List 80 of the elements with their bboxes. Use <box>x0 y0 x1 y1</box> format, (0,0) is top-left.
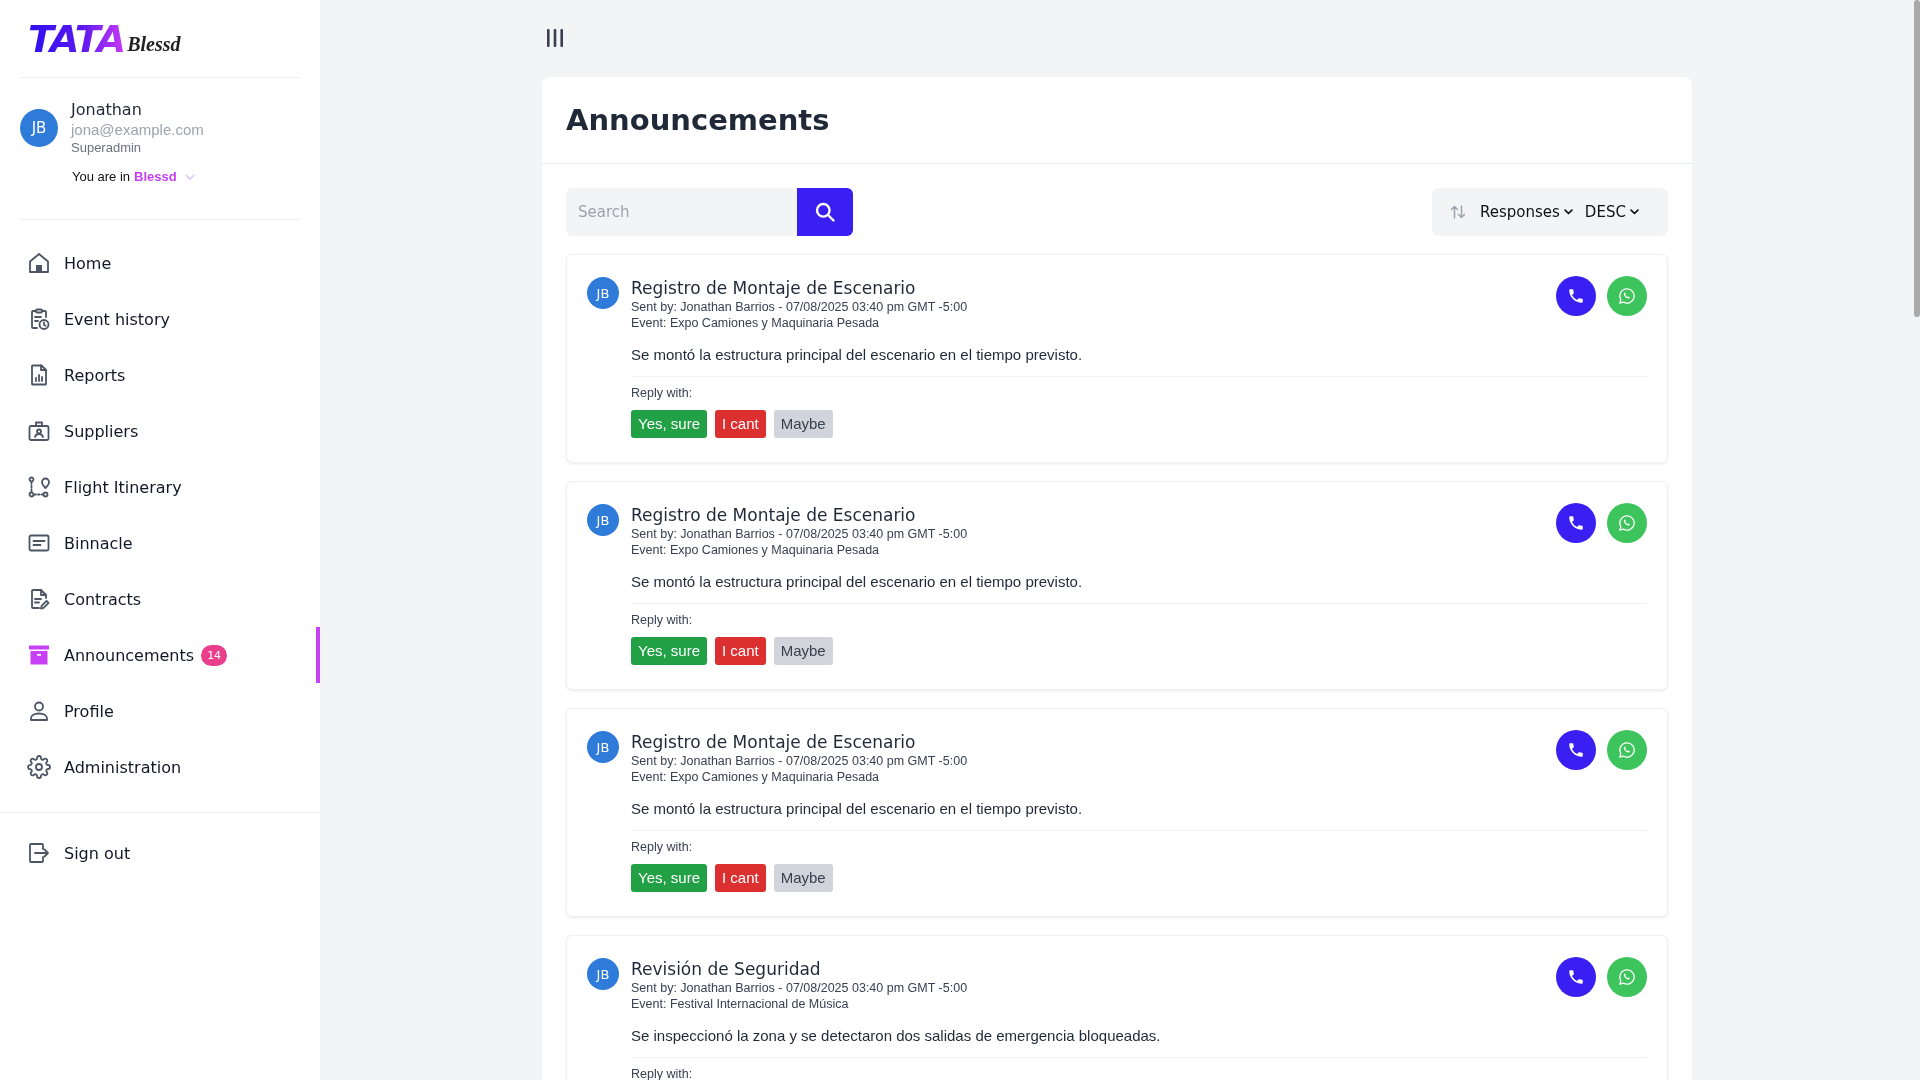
event-line: Event: Expo Camiones y Maquinaria Pesada <box>631 315 880 331</box>
nav-item[interactable]: Reports <box>0 347 320 403</box>
user-avatar: JB <box>20 108 58 147</box>
nav-item[interactable]: Profile <box>0 683 320 739</box>
message-text: Se montó la estructura principal del escenario en el tiempo previsto. <box>631 345 1083 365</box>
nav-item[interactable]: Announcements 14 <box>0 627 320 683</box>
message-text: Se inspeccionó la zona y se detectaron dos salidas de emergencia bloqueadas. <box>631 1026 1161 1046</box>
sort-field-select[interactable]: Responses <box>1480 202 1573 222</box>
menu-icon[interactable] <box>546 29 564 47</box>
user-role: Superadmin <box>71 140 142 156</box>
user-email: jona@example.com <box>71 120 204 140</box>
announcement-title: Revisión de Seguridad <box>631 958 821 980</box>
announcement-title: Registro de Montaje de Escenario <box>631 504 916 526</box>
search-button[interactable] <box>797 188 853 236</box>
reply-label: Reply with: <box>631 839 693 855</box>
sender-avatar: JB <box>587 958 619 990</box>
chevron-down-icon <box>184 173 195 181</box>
count-badge: 14 <box>201 644 228 666</box>
sender-line: Sent by: Jonathan Barrios - 07/08/2025 03:40 pm GMT -5:00 <box>631 299 968 315</box>
reply-label: Reply with: <box>631 385 693 401</box>
context-label: You are in <box>72 169 131 185</box>
call-button[interactable] <box>1556 503 1596 543</box>
reply-button[interactable]: I cant <box>715 864 766 892</box>
event-line: Event: Expo Camiones y Maquinaria Pesada <box>631 769 880 785</box>
nav-item[interactable]: Suppliers <box>0 403 320 459</box>
chevron-down-icon <box>1563 209 1573 215</box>
reply-button[interactable]: I cant <box>715 637 766 665</box>
reply-button[interactable]: Maybe <box>773 410 833 438</box>
speech-bubble-phone-icon <box>1618 968 1636 986</box>
nav-item[interactable]: Flight Itinerary <box>0 459 320 515</box>
route-pin-icon <box>27 475 51 499</box>
reply-button[interactable]: I cant <box>715 410 766 438</box>
event-line: Event: Festival Internacional de Música <box>631 996 849 1012</box>
announcement-title: Registro de Montaje de Escenario <box>631 277 916 299</box>
message-text: Se montó la estructura principal del escenario en el tiempo previsto. <box>631 572 1083 592</box>
user-name: Jonathan <box>71 99 142 120</box>
id-badge-icon <box>27 419 51 443</box>
nav-item[interactable]: Contracts <box>0 571 320 627</box>
speech-bubble-phone-icon <box>1618 287 1636 305</box>
exit-arrow-icon <box>27 841 51 865</box>
speech-bubble-phone-icon <box>1618 741 1636 759</box>
sort-arrows-icon <box>1450 204 1466 220</box>
sender-line: Sent by: Jonathan Barrios - 07/08/2025 03:40 pm GMT -5:00 <box>631 526 968 542</box>
event-line: Event: Expo Camiones y Maquinaria Pesada <box>631 542 880 558</box>
nav-item[interactable]: Event history <box>0 291 320 347</box>
page-title: Announcements <box>566 102 830 138</box>
search-icon <box>815 202 835 222</box>
search-field[interactable]: Search <box>566 188 797 236</box>
phone-icon <box>1567 968 1585 986</box>
workspace-select[interactable]: Blessd <box>134 169 195 185</box>
speech-bubble-phone-icon <box>1618 514 1636 532</box>
announcement-title: Registro de Montaje de Escenario <box>631 731 916 753</box>
phone-icon <box>1567 741 1585 759</box>
call-button[interactable] <box>1556 957 1596 997</box>
logo-script: Blessd <box>127 31 181 56</box>
nav-item[interactable]: Administration <box>0 739 320 795</box>
phone-icon <box>1567 514 1585 532</box>
nav-item[interactable]: Binnacle <box>0 515 320 571</box>
sender-avatar: JB <box>587 277 619 309</box>
call-button[interactable] <box>1556 276 1596 316</box>
phone-icon <box>1567 287 1585 305</box>
sort-order-select[interactable]: DESC <box>1584 202 1639 222</box>
reply-label: Reply with: <box>631 1066 693 1080</box>
nav-item[interactable]: Home <box>0 235 320 291</box>
sender-line: Sent by: Jonathan Barrios - 07/08/2025 03:40 pm GMT -5:00 <box>631 980 968 996</box>
chevron-down-icon <box>1629 209 1639 215</box>
sign-out-link[interactable]: Sign out <box>0 825 320 881</box>
reply-button[interactable]: Maybe <box>773 864 833 892</box>
message-text: Se montó la estructura principal del escenario en el tiempo previsto. <box>631 799 1083 819</box>
reply-label: Reply with: <box>631 612 693 628</box>
scrollbar-thumb[interactable] <box>1914 0 1920 317</box>
reply-button[interactable]: Maybe <box>773 637 833 665</box>
sender-avatar: JB <box>587 731 619 763</box>
sender-line: Sent by: Jonathan Barrios - 07/08/2025 03:40 pm GMT -5:00 <box>631 753 968 769</box>
home-icon <box>27 251 51 275</box>
person-icon <box>27 699 51 723</box>
sender-avatar: JB <box>587 504 619 536</box>
archive-box-icon <box>27 643 51 667</box>
call-button[interactable] <box>1556 730 1596 770</box>
settings-icon <box>27 755 51 779</box>
